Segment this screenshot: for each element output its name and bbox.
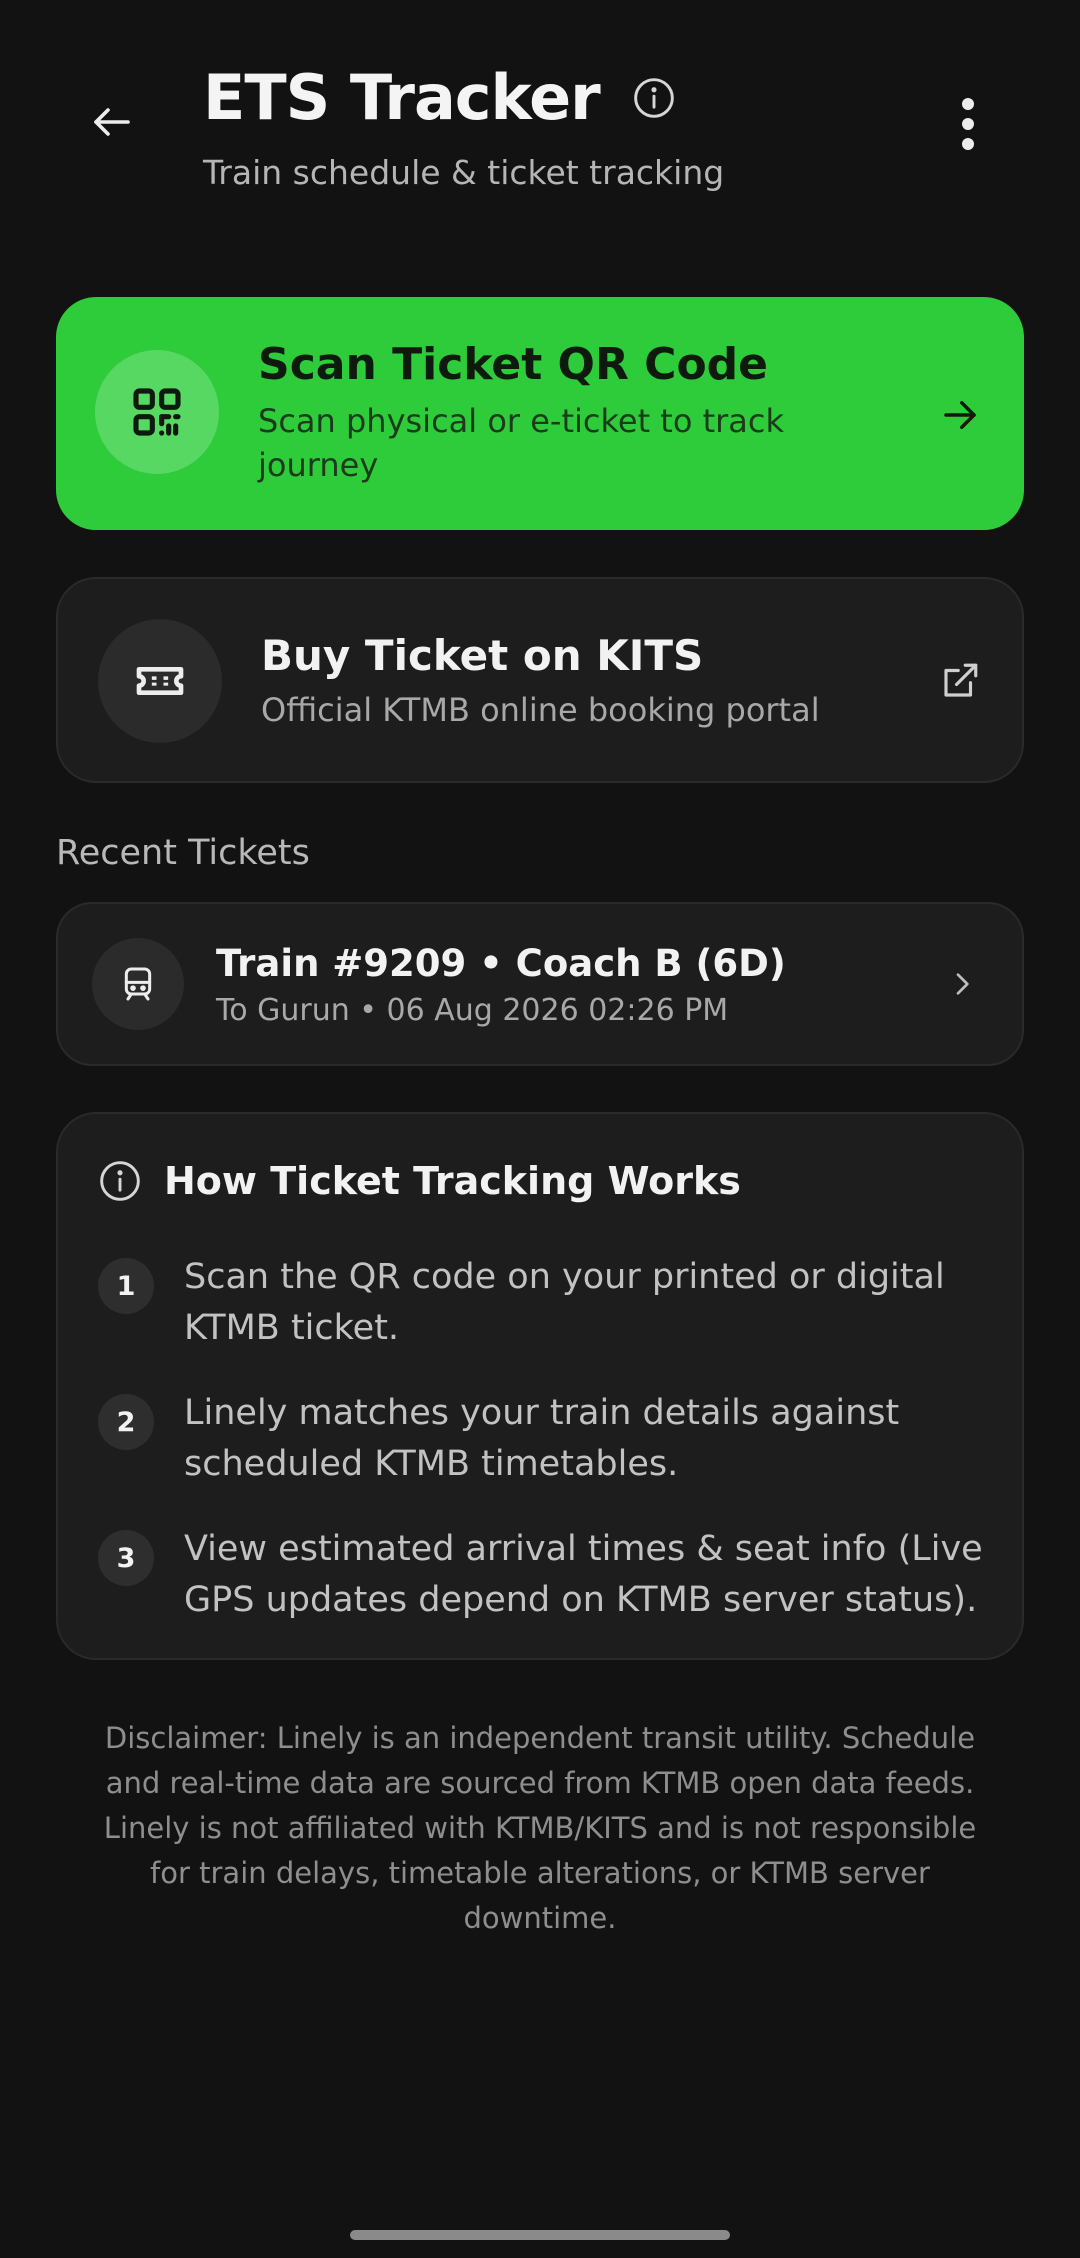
more-vertical-icon [962, 98, 974, 150]
train-icon [124, 967, 152, 1001]
step-number: 1 [98, 1258, 154, 1314]
more-options-button[interactable] [944, 92, 992, 156]
ets-tracker-screen: ETS Tracker Train schedule & ticket trac… [0, 0, 1080, 2258]
ticket-chevron [942, 964, 982, 1004]
step-text: Scan the QR code on your printed or digi… [184, 1257, 945, 1348]
scan-card-subtitle: Scan physical or e-ticket to track journ… [258, 402, 785, 484]
recent-ticket-item[interactable]: Train #9209 • Coach B (6D) To Gurun • 06… [56, 902, 1024, 1066]
disclaimer-text: Disclaimer: Linely is an independent tra… [103, 1721, 977, 1935]
chevron-right-icon [956, 973, 969, 995]
page-title: ETS Tracker [203, 61, 601, 134]
back-button[interactable] [72, 82, 152, 162]
recent-tickets-heading: Recent Tickets [56, 833, 310, 873]
arrow-right-icon [944, 401, 976, 429]
step-number: 2 [98, 1394, 154, 1450]
ticket-icon-container [92, 938, 184, 1030]
buy-ticket-card[interactable]: Buy Ticket on KITS Official KTMB online … [56, 577, 1024, 783]
page-subtitle: Train schedule & ticket tracking [203, 153, 725, 192]
buy-card-title: Buy Ticket on KITS [261, 631, 704, 680]
buy-card-subtitle: Official KTMB online booking portal [261, 691, 820, 729]
external-link-icon [944, 663, 978, 697]
step-number: 3 [98, 1530, 154, 1586]
ticket-icon [136, 667, 184, 695]
step-text: Linely matches your train details agains… [184, 1393, 900, 1484]
step-text: View estimated arrival times & seat info… [184, 1529, 983, 1620]
how-it-works-header: How Ticket Tracking Works [98, 1156, 741, 1206]
info-icon [100, 1161, 140, 1201]
scan-ticket-card[interactable]: Scan Ticket QR Code Scan physical or e-t… [56, 297, 1024, 530]
arrow-left-icon [94, 108, 130, 136]
home-indicator[interactable] [350, 2230, 730, 2240]
buy-card-external [936, 657, 984, 705]
title-row: ETS Tracker [203, 58, 678, 138]
info-icon [633, 78, 674, 118]
scan-card-title: Scan Ticket QR Code [258, 339, 769, 390]
app-header: ETS Tracker Train schedule & ticket trac… [0, 0, 1080, 260]
buy-icon-container [98, 619, 222, 743]
scan-icon-container [95, 350, 219, 474]
how-it-works-title: How Ticket Tracking Works [164, 1159, 741, 1203]
ticket-title: Train #9209 • Coach B (6D) [216, 942, 786, 985]
how-it-works-card: How Ticket Tracking Works 1 Scan the QR … [56, 1112, 1024, 1660]
qr-code-icon [133, 388, 181, 436]
ticket-subtitle: To Gurun • 06 Aug 2026 02:26 PM [216, 993, 729, 1028]
scan-card-arrow [936, 391, 984, 439]
info-button[interactable] [630, 74, 678, 122]
